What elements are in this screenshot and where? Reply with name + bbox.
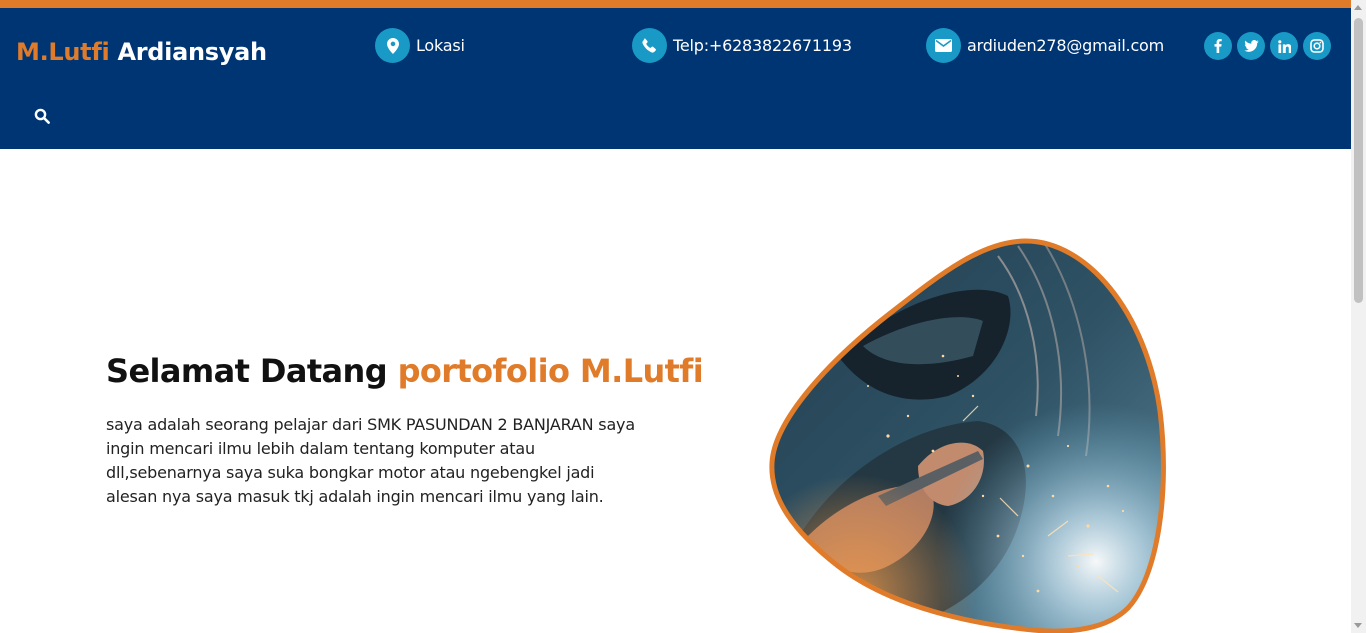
site-header: M.Lutfi Ardiansyah Lokasi Telp:+62838226…: [0, 8, 1351, 149]
hero-title-accent: portofolio M.Lutfi: [397, 352, 704, 390]
hero-description-line: ingin mencari ilmu lebih dalam tentang k…: [106, 439, 535, 458]
hero-image-blob: [768, 236, 1168, 633]
scroll-up-arrow-icon[interactable]: [1354, 5, 1362, 10]
linkedin-icon[interactable]: [1270, 32, 1298, 60]
scroll-down-arrow-icon[interactable]: [1354, 623, 1362, 628]
hero-description-line: alesan nya saya masuk tkj adalah ingin m…: [106, 487, 604, 506]
scrollbar-thumb[interactable]: [1354, 18, 1363, 303]
map-marker-icon: [375, 28, 410, 63]
email-contact[interactable]: ardiuden278@gmail.com: [926, 28, 1164, 63]
location-label: Lokasi: [416, 36, 465, 55]
page-scrollbar[interactable]: [1351, 0, 1366, 633]
hero-title: Selamat Datang portofolio M.Lutfi: [106, 352, 704, 390]
twitter-icon[interactable]: [1237, 32, 1265, 60]
hero-title-plain: Selamat Datang: [106, 352, 388, 390]
facebook-icon[interactable]: [1204, 32, 1232, 60]
hero-description: saya adalah seorang pelajar dari SMK PAS…: [106, 413, 666, 509]
brand-last-name: Ardiansyah: [117, 38, 267, 66]
instagram-icon[interactable]: [1303, 32, 1331, 60]
top-accent-strip: [0, 0, 1351, 8]
email-label: ardiuden278@gmail.com: [967, 36, 1165, 55]
phone-contact[interactable]: Telp:+6283822671193: [632, 28, 852, 63]
hero-description-line: saya adalah seorang pelajar dari SMK PAS…: [106, 415, 635, 434]
social-links: [1204, 32, 1331, 60]
brand-first-name: M.Lutfi: [16, 38, 110, 66]
phone-label: Telp:+6283822671193: [673, 36, 852, 55]
phone-icon: [632, 28, 667, 63]
location-contact[interactable]: Lokasi: [375, 28, 465, 63]
hero-description-line: dll,sebenarnya saya suka bongkar motor a…: [106, 463, 595, 482]
search-icon[interactable]: [34, 108, 50, 124]
site-brand[interactable]: M.Lutfi Ardiansyah: [16, 38, 267, 66]
envelope-icon: [926, 28, 961, 63]
